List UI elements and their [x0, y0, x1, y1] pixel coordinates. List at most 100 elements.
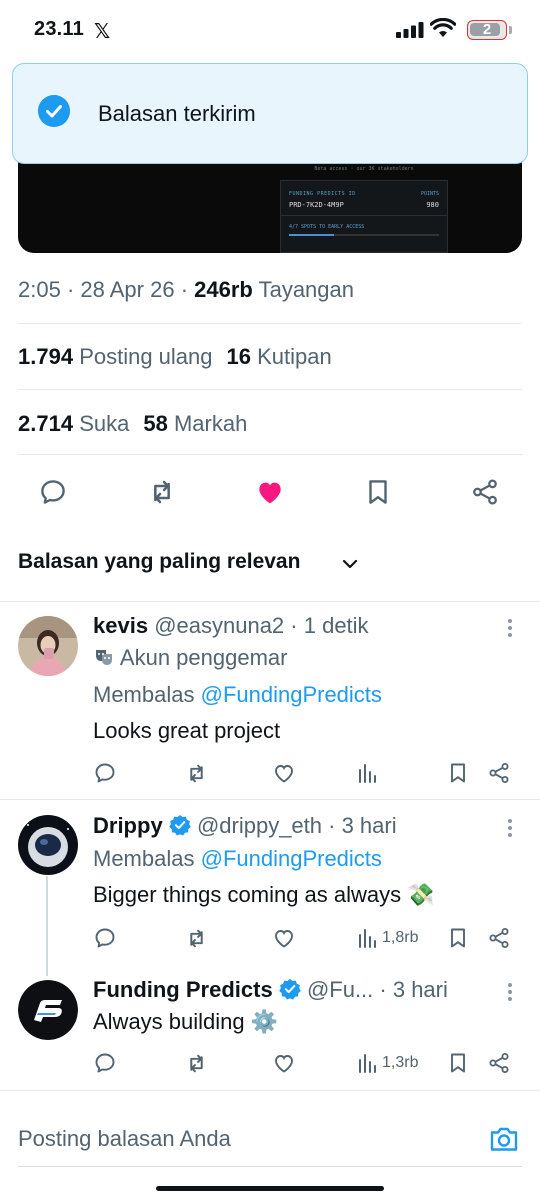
status-time: 23.11: [34, 18, 84, 40]
like-button[interactable]: [272, 1048, 296, 1078]
media-progress-bar: [289, 234, 439, 236]
replying-to: Membalas @FundingPredicts: [93, 682, 382, 707]
mention-link[interactable]: @FundingPredicts: [201, 682, 382, 707]
repost-icon: [190, 1054, 203, 1072]
mention-link[interactable]: @FundingPredicts: [201, 846, 382, 871]
like-button[interactable]: [248, 470, 292, 514]
author-handle[interactable]: @drippy_eth: [197, 813, 322, 838]
reply-button[interactable]: [93, 758, 117, 788]
share-icon: [489, 1053, 509, 1073]
more-options-icon[interactable]: [500, 980, 520, 1004]
reply-icon: [95, 763, 115, 783]
repost-button[interactable]: [184, 1048, 209, 1078]
post-meta: 2:05 · 28 Apr 26 · 246rb Tayangan: [18, 277, 354, 302]
home-indicator[interactable]: [156, 1186, 384, 1191]
reply-button[interactable]: [31, 470, 75, 514]
analytics-icon: [359, 929, 376, 948]
bookmark-button[interactable]: [356, 470, 400, 514]
more-options-icon[interactable]: [500, 816, 520, 840]
reply-header: Drippy @drippy_eth · 3 hari: [93, 813, 397, 838]
reply-action-bar: 1,3rb: [0, 1048, 540, 1078]
reply-action-bar: [0, 758, 540, 788]
repost-button[interactable]: [184, 758, 209, 788]
author-name[interactable]: Drippy: [93, 813, 163, 838]
avatar[interactable]: [18, 815, 78, 875]
divider: [0, 601, 540, 602]
post-date: 28 Apr 26: [80, 277, 175, 302]
bookmark-icon: [369, 480, 387, 504]
views-button[interactable]: 1,3rb: [357, 1048, 418, 1078]
bookmark-button[interactable]: [446, 1048, 470, 1078]
composer-divider: [0, 1090, 540, 1091]
repost-button[interactable]: [184, 923, 209, 953]
avatar-kevis-image: [18, 616, 78, 676]
author-name[interactable]: Funding Predicts: [93, 977, 273, 1002]
reply-composer-input[interactable]: Posting balasan Anda: [18, 1126, 231, 1152]
chevron-down-icon[interactable]: [340, 554, 360, 574]
avatar[interactable]: [18, 616, 78, 676]
reply-time: 3 hari: [392, 977, 448, 1002]
like-bookmark-stats: 2.714 Suka 58 Markah: [18, 411, 247, 437]
avatar[interactable]: [18, 980, 78, 1040]
author-handle[interactable]: @easynuna2: [154, 613, 284, 638]
verified-badge-icon: [279, 979, 301, 1000]
views-button[interactable]: 1,8rb: [357, 923, 418, 953]
repost-quote-stats: 1.794 Posting ulang 16 Kutipan: [18, 344, 332, 370]
avatar-drippy-image: [18, 815, 78, 875]
reply-button[interactable]: [93, 923, 117, 953]
bookmark-icon: [451, 928, 465, 948]
heart-filled-icon: [259, 482, 281, 504]
quotes-stat[interactable]: 16 Kutipan: [227, 344, 332, 369]
share-button[interactable]: [487, 758, 511, 788]
camera-icon[interactable]: [488, 1124, 520, 1154]
repost-icon: [154, 480, 170, 504]
author-name[interactable]: kevis: [93, 613, 148, 638]
repost-icon: [190, 929, 203, 947]
bookmark-icon: [451, 1053, 465, 1073]
views-count: 1,3rb: [382, 1054, 419, 1071]
share-icon: [489, 928, 509, 948]
views-count: 246rb: [194, 277, 253, 302]
share-button[interactable]: [463, 470, 507, 514]
check-circle-icon: [38, 95, 70, 127]
like-button[interactable]: [272, 923, 296, 953]
cellular-signal-icon: [396, 22, 424, 38]
wifi-icon: [430, 18, 456, 37]
views-button[interactable]: [357, 758, 382, 788]
reply-icon: [95, 1053, 115, 1073]
reply-time: 1 detik: [303, 613, 369, 638]
bookmark-button[interactable]: [446, 758, 470, 788]
like-button[interactable]: [272, 758, 296, 788]
media-access-text: 4/7 SPOTS TO EARLY ACCESS: [289, 224, 365, 230]
likes-stat[interactable]: 2.714 Suka: [18, 411, 129, 436]
reply-sent-toast: Balasan terkirim: [12, 63, 528, 164]
divider: [18, 323, 522, 324]
bookmarks-stat[interactable]: 58 Markah: [143, 411, 247, 436]
replies-sort-title[interactable]: Balasan yang paling relevan: [18, 550, 300, 574]
bookmark-icon: [451, 763, 465, 783]
share-icon: [473, 479, 497, 505]
share-icon: [489, 763, 509, 783]
media-id-label: FUNDING PREDICTS ID: [289, 191, 356, 197]
composer-underline: [18, 1166, 522, 1167]
bookmark-button[interactable]: [446, 923, 470, 953]
share-button[interactable]: [487, 923, 511, 953]
reposts-stat[interactable]: 1.794 Posting ulang: [18, 344, 213, 369]
more-options-icon[interactable]: [500, 616, 520, 640]
heart-icon: [275, 930, 293, 948]
author-handle[interactable]: @Fu...: [307, 977, 373, 1002]
media-points-label: POINTS: [420, 191, 439, 197]
share-button[interactable]: [487, 1048, 511, 1078]
reply-action-bar: 1,8rb: [0, 923, 540, 953]
divider: [0, 799, 540, 800]
analytics-icon: [359, 1054, 376, 1073]
verified-badge-icon: [169, 815, 191, 836]
repost-button[interactable]: [140, 470, 184, 514]
battery-level: 2: [482, 21, 492, 38]
divider: [18, 454, 522, 455]
views-label: Tayangan: [258, 277, 354, 302]
x-logo-icon: 𝕏: [94, 21, 111, 43]
status-bar: 23.11 𝕏 2: [0, 0, 540, 60]
reply-button[interactable]: [93, 1048, 117, 1078]
fan-account-badge: Akun penggemar: [93, 645, 287, 671]
